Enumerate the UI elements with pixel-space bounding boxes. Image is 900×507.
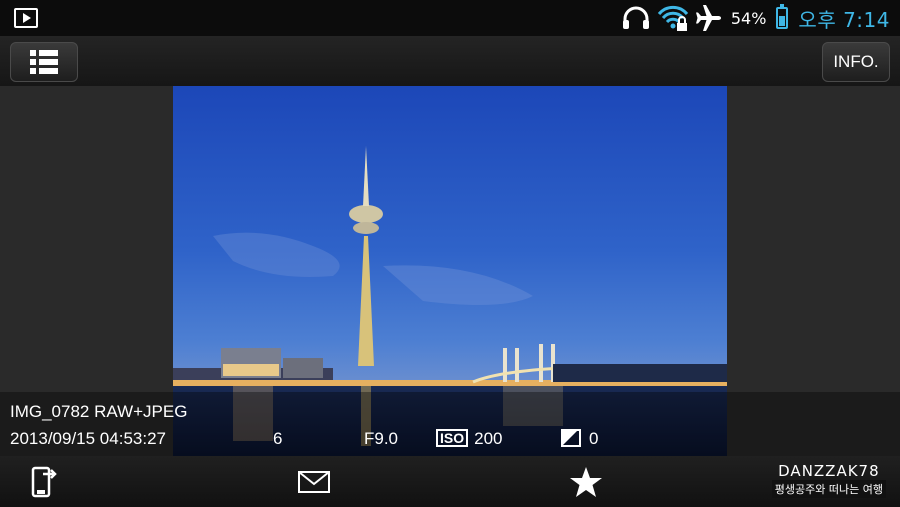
shutter-speed: 6 bbox=[273, 429, 283, 448]
iso-icon: ISO bbox=[436, 429, 469, 447]
file-name: IMG_0782 RAW+JPEG bbox=[10, 402, 188, 421]
info-button[interactable]: INFO. bbox=[822, 42, 890, 82]
play-icon bbox=[14, 8, 38, 28]
watermark-title: DANZZAK78 bbox=[778, 462, 880, 480]
status-icons: 54% 오후 7:14 bbox=[621, 0, 890, 36]
exposure-compensation-value: 0 bbox=[589, 429, 599, 448]
airplane-icon bbox=[695, 5, 721, 31]
exposure-compensation: 0 bbox=[561, 429, 598, 449]
bottom-toolbar: DANZZAK78 평생공주와 떠나는 여행 bbox=[0, 456, 900, 507]
star-icon bbox=[570, 467, 602, 497]
mail-icon bbox=[298, 471, 330, 493]
battery-percent: 54% bbox=[730, 8, 767, 28]
aperture-value: F9.0 bbox=[364, 429, 399, 448]
capture-datetime: 2013/09/15 04:53:27 bbox=[10, 429, 166, 448]
battery-icon bbox=[776, 4, 789, 29]
list-view-button[interactable] bbox=[10, 42, 78, 82]
watermark-subtitle: 평생공주와 떠나는 여행 bbox=[771, 480, 886, 498]
watermark: DANZZAK78 평생공주와 떠나는 여행 bbox=[771, 462, 886, 498]
favorite-button[interactable] bbox=[568, 464, 604, 500]
iso-value: 200 bbox=[474, 429, 503, 448]
exposure-compensation-icon bbox=[561, 429, 581, 447]
share-mail-button[interactable] bbox=[296, 464, 332, 500]
list-icon bbox=[30, 50, 58, 74]
wifi-lock-icon bbox=[657, 5, 689, 31]
headphones-icon bbox=[622, 6, 649, 29]
iso-setting: ISO 200 bbox=[436, 429, 503, 449]
status-bar: 54% 오후 7:14 bbox=[0, 0, 900, 36]
clock: 오후 7:14 bbox=[798, 7, 890, 32]
phone-transfer-icon bbox=[31, 466, 57, 498]
top-toolbar: INFO. bbox=[0, 36, 900, 86]
transfer-to-phone-button[interactable] bbox=[26, 464, 62, 500]
